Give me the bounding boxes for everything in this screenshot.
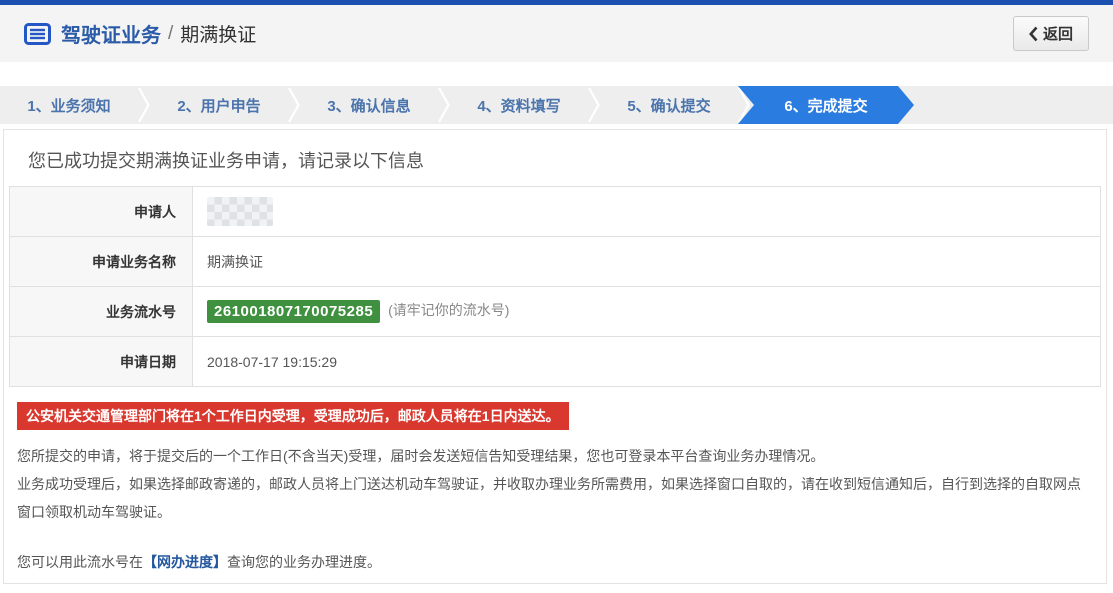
chevron-left-icon <box>1029 26 1038 42</box>
step-tab-6-active: 6、完成提交 <box>738 86 914 124</box>
step-separator-icon <box>588 86 600 124</box>
page-title: 驾驶证业务 <box>61 19 161 48</box>
hint-prefix: 您可以用此流水号在 <box>17 554 143 570</box>
application-info-table: 申请人 申请业务名称 期满换证 业务流水号 261001807170075285… <box>9 186 1101 387</box>
redacted-applicant-name <box>207 197 273 226</box>
hint-suffix: 查询您的业务办理进度。 <box>227 554 381 570</box>
progress-query-hint: 您可以用此流水号在【网办进度】查询您的业务办理进度。 <box>17 552 1093 572</box>
step-separator-icon <box>438 86 450 124</box>
instruction-paragraph: 业务成功受理后，如果选择邮政寄递的，邮政人员将上门送达机动车驾驶证，并收取办理业… <box>17 470 1093 526</box>
back-button[interactable]: 返回 <box>1013 16 1089 51</box>
row-label-serial-number: 业务流水号 <box>10 287 193 337</box>
step-tab-4: 4、资料填写 <box>450 86 588 124</box>
instruction-paragraph: 您所提交的申请，将于提交后的一个工作日(不含当天)受理，届时会发送短信告知受理结… <box>17 442 1093 470</box>
success-message: 您已成功提交期满换证业务申请，请记录以下信息 <box>28 147 1102 173</box>
breadcrumb-separator: / <box>168 23 173 45</box>
step-tab-2: 2、用户申告 <box>150 86 288 124</box>
row-label-business-name: 申请业务名称 <box>10 237 193 287</box>
processing-alert-banner: 公安机关交通管理部门将在1个工作日内受理，受理成功后，邮政人员将在1日内送达。 <box>17 402 569 430</box>
step-tab-5: 5、确认提交 <box>600 86 738 124</box>
step-progress-bar: 1、业务须知 2、用户申告 3、确认信息 4、资料填写 5、确认提交 6、完成提… <box>0 86 1113 124</box>
serial-number-badge: 261001807170075285 <box>207 300 380 323</box>
row-label-applicant: 申请人 <box>10 187 193 237</box>
step-separator-icon <box>288 86 300 124</box>
result-panel: 您已成功提交期满换证业务申请，请记录以下信息 申请人 申请业务名称 期满换证 业… <box>3 129 1107 584</box>
back-button-label: 返回 <box>1043 23 1073 44</box>
table-row: 业务流水号 261001807170075285 (请牢记你的流水号) <box>10 287 1101 337</box>
row-label-apply-date: 申请日期 <box>10 337 193 387</box>
business-name-value: 期满换证 <box>193 237 1101 287</box>
instructions-text: 您所提交的申请，将于提交后的一个工作日(不含当天)受理，届时会发送短信告知受理结… <box>17 442 1093 526</box>
breadcrumb-current: 期满换证 <box>180 20 256 47</box>
table-row: 申请业务名称 期满换证 <box>10 237 1101 287</box>
progress-link[interactable]: 【网办进度】 <box>143 554 227 570</box>
step-tab-3: 3、确认信息 <box>300 86 438 124</box>
table-row: 申请日期 2018-07-17 19:15:29 <box>10 337 1101 387</box>
step-bar-filler <box>914 86 1113 124</box>
step-tab-1: 1、业务须知 <box>0 86 138 124</box>
step-separator-icon <box>138 86 150 124</box>
list-icon <box>24 23 51 45</box>
serial-number-note: (请牢记你的流水号) <box>388 302 509 318</box>
apply-date-value: 2018-07-17 19:15:29 <box>193 337 1101 387</box>
table-row: 申请人 <box>10 187 1101 237</box>
page-header: 驾驶证业务 / 期满换证 返回 <box>0 5 1113 62</box>
